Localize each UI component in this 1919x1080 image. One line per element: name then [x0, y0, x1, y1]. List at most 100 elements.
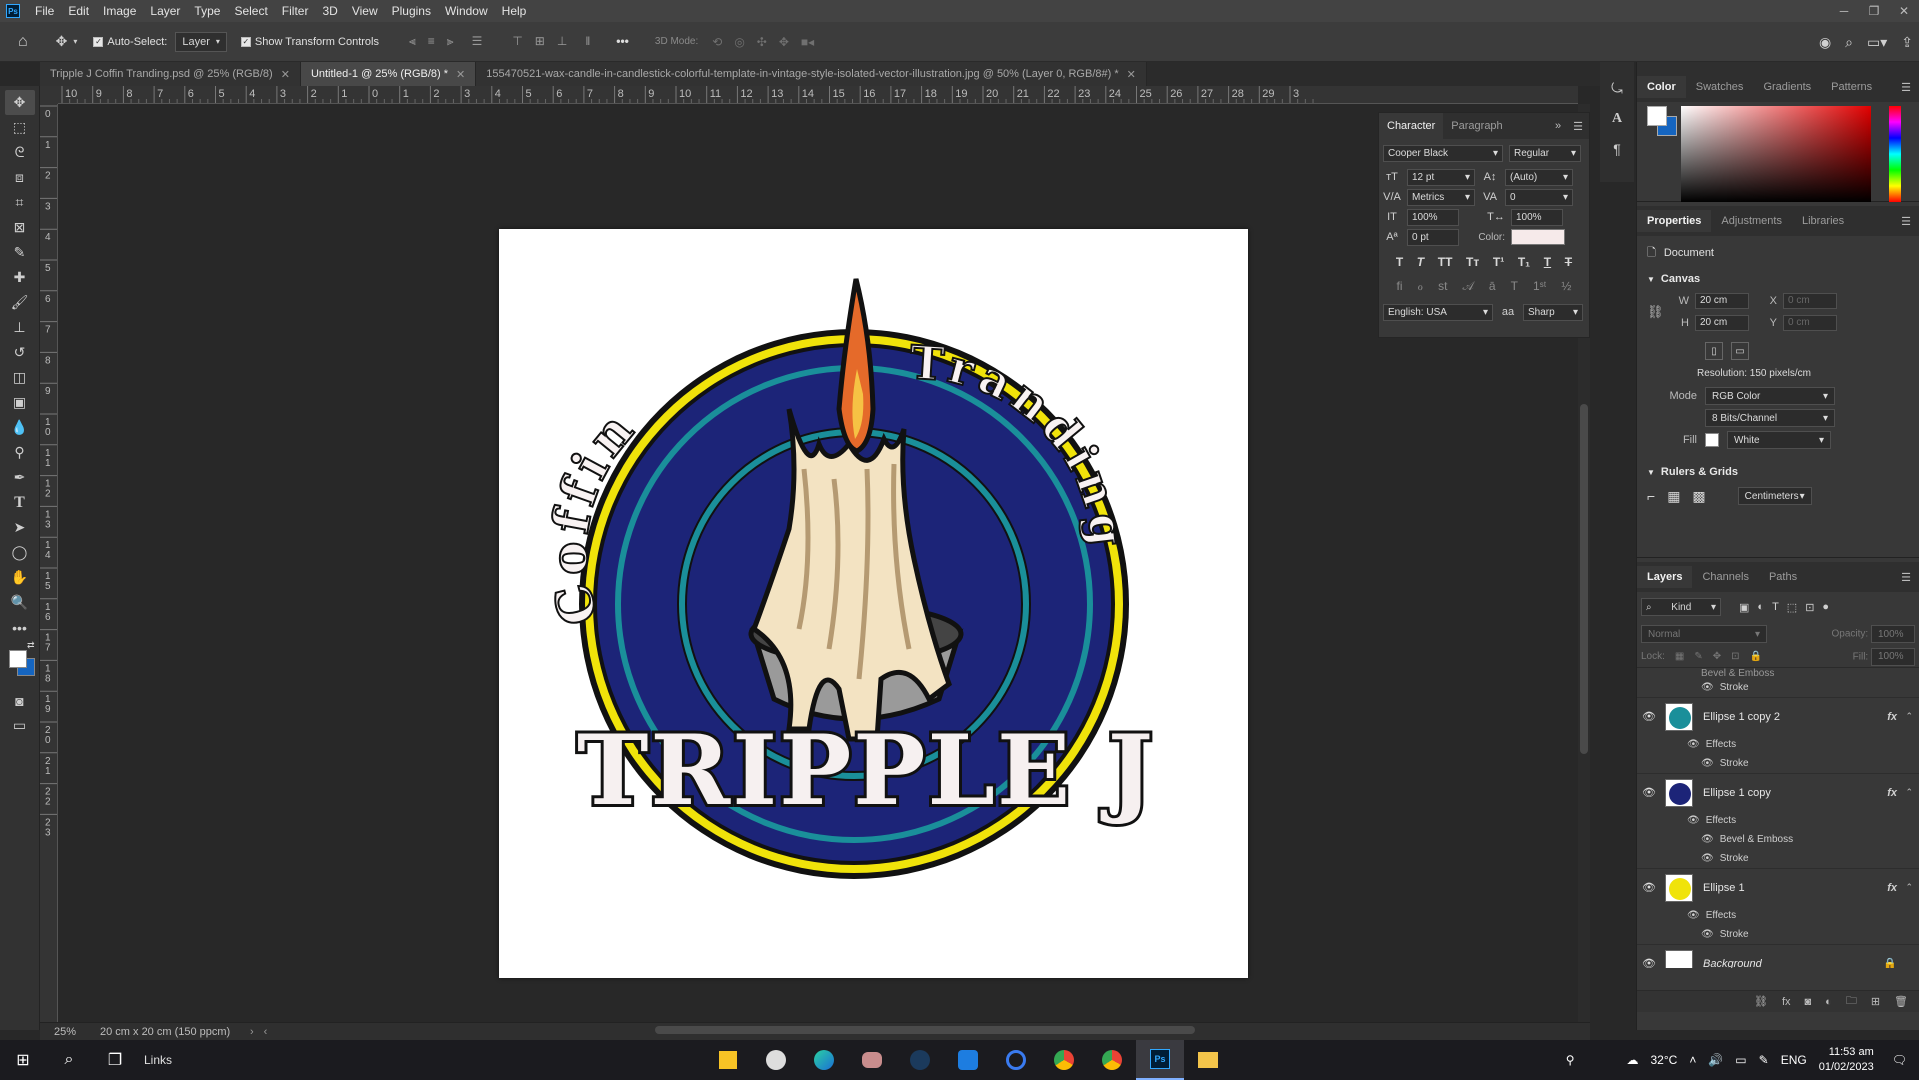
kerning-field[interactable]: Metrics ▾ [1407, 188, 1475, 206]
tab-character[interactable]: Character [1379, 113, 1444, 139]
workspace-icon[interactable]: ▭▾ [1867, 34, 1887, 51]
text-color-swatch[interactable] [1511, 229, 1565, 245]
links-toolbar[interactable]: Links [144, 1053, 704, 1067]
menu-file[interactable]: File [28, 0, 61, 22]
link-layers-icon[interactable]: ⛓ [1754, 995, 1768, 1008]
tab-libraries[interactable]: Libraries [1792, 210, 1854, 232]
menu-plugins[interactable]: Plugins [385, 0, 438, 22]
type-filter-icon[interactable]: T [1772, 601, 1779, 613]
anti-alias-dropdown[interactable]: Sharp ▾ [1523, 303, 1583, 321]
chevron-up-icon[interactable]: ˄ [1689, 1053, 1696, 1067]
close-icon[interactable]: ✕ [1127, 68, 1136, 81]
layer-effects-group[interactable]: 👁 Effects [1637, 735, 1919, 754]
width-field[interactable]: 20 cm [1695, 293, 1749, 309]
move-tool-icon[interactable]: ✥ [56, 33, 68, 50]
eye-icon[interactable]: 👁 [1701, 682, 1714, 693]
rulers-grids-section[interactable]: ▼ Rulers & Grids [1647, 461, 1909, 483]
3d-pan-icon[interactable]: ✣ [757, 35, 767, 49]
tab-swatches[interactable]: Swatches [1686, 76, 1754, 98]
task-view-icon[interactable]: ❐ [92, 1040, 138, 1080]
fraction-icon[interactable]: ½ [1561, 279, 1571, 294]
zoom-tool-icon[interactable]: 🔍 [5, 590, 35, 615]
canvas-section[interactable]: ▼ Canvas [1647, 268, 1909, 290]
eye-icon[interactable]: 👁 [1637, 786, 1661, 799]
sticky-notes-icon[interactable] [704, 1040, 752, 1080]
layer-name[interactable]: Ellipse 1 copy [1703, 787, 1771, 799]
panel-menu-icon[interactable]: ☰ [1567, 120, 1589, 133]
bit-depth-dropdown[interactable]: 8 Bits/Channel ▾ [1705, 409, 1835, 427]
layer-name[interactable]: Ellipse 1 copy 2 [1703, 711, 1780, 723]
guides-toggle-icon[interactable]: ▩ [1692, 488, 1705, 505]
close-icon[interactable]: ✕ [456, 68, 465, 81]
stylistic-alt-icon[interactable]: ā [1489, 279, 1496, 294]
history-brush-tool-icon[interactable]: ↺ [5, 340, 35, 365]
edge-browser-icon[interactable] [800, 1040, 848, 1080]
tab-untitled-1[interactable]: Untitled-1 @ 25% (RGB/8) * ✕ [300, 62, 477, 86]
add-mask-icon[interactable]: ◙ [1805, 996, 1812, 1008]
fx-icon[interactable]: fx [1887, 882, 1897, 894]
share-icon[interactable]: ⇪ [1901, 34, 1913, 51]
game-app-icon[interactable] [848, 1040, 896, 1080]
landscape-icon[interactable]: ▭ [1731, 342, 1749, 360]
tab-tripple-j-psd[interactable]: Tripple J Coffin Tranding.psd @ 25% (RGB… [40, 62, 301, 86]
horizontal-scrollbar[interactable] [280, 1024, 1570, 1036]
new-adjustment-icon[interactable]: ◐ [1825, 996, 1832, 1008]
speaker-icon[interactable]: 🔊 [1708, 1053, 1723, 1067]
path-select-tool-icon[interactable]: ➤ [5, 515, 35, 540]
eye-icon[interactable]: 👁 [1637, 710, 1661, 723]
color-swatches[interactable]: ⇄ [5, 640, 35, 682]
subscript-icon[interactable]: T₁ [1518, 255, 1530, 269]
fill-field[interactable]: 100% [1871, 647, 1915, 666]
layer-effect-bevel[interactable]: 👁 Bevel & Emboss [1637, 830, 1919, 849]
tab-candle-jpg[interactable]: 155470521-wax-candle-in-candlestick-colo… [476, 62, 1147, 86]
ordinal-icon[interactable]: 1ˢᵗ [1533, 279, 1546, 294]
crop-tool-icon[interactable]: ⌗ [5, 190, 35, 215]
lock-artboard-icon[interactable]: ⊡ [1731, 651, 1739, 662]
scroll-left-icon[interactable]: ‹ [264, 1026, 268, 1038]
blur-tool-icon[interactable]: 💧 [5, 415, 35, 440]
tab-layers[interactable]: Layers [1637, 566, 1693, 588]
titling-alt-icon[interactable]: T [1511, 279, 1518, 294]
zoom-level[interactable]: 25% [40, 1026, 100, 1038]
font-family-dropdown[interactable]: Cooper Black ▾ [1383, 144, 1503, 162]
object-select-tool-icon[interactable]: ⧈ [5, 165, 35, 190]
menu-view[interactable]: View [345, 0, 385, 22]
tracking-field[interactable]: 0 ▾ [1505, 188, 1573, 206]
menu-select[interactable]: Select [227, 0, 274, 22]
layer-row[interactable]: 👁 Ellipse 1 copy fx ⌃ [1637, 773, 1919, 811]
3d-orbit-icon[interactable]: ⟲ [712, 35, 722, 49]
align-left-icon[interactable]: ⫷ [409, 34, 416, 49]
restore-icon[interactable]: ❐ [1859, 0, 1889, 22]
windows-start-icon[interactable]: ⊞ [0, 1040, 46, 1080]
filter-toggle-icon[interactable]: ● [1822, 601, 1829, 613]
3d-slide-icon[interactable]: ✥ [779, 35, 789, 49]
temperature[interactable]: 32°C [1651, 1053, 1678, 1067]
y-field[interactable]: 0 cm [1783, 315, 1837, 331]
show-transform-checkbox[interactable]: ✓ Show Transform Controls [240, 36, 379, 48]
chevron-up-icon[interactable]: ⌃ [1905, 711, 1913, 722]
shape-filter-icon[interactable]: ⬚ [1787, 601, 1797, 614]
eye-icon[interactable]: 👁 [1637, 957, 1661, 968]
fx-icon[interactable]: fx [1887, 711, 1897, 723]
color-saturation-field[interactable] [1681, 106, 1871, 202]
sync-app-icon[interactable] [992, 1040, 1040, 1080]
search-icon[interactable]: ⌕ [1845, 34, 1853, 51]
language-dropdown[interactable]: English: USA ▾ [1383, 303, 1493, 321]
tab-adjustments[interactable]: Adjustments [1711, 210, 1792, 232]
eye-icon[interactable]: 👁 [1701, 929, 1714, 940]
leading-field[interactable]: (Auto) ▾ [1505, 168, 1573, 186]
menu-type[interactable]: Type [187, 0, 227, 22]
tab-paths[interactable]: Paths [1759, 566, 1807, 588]
panel-menu-icon[interactable]: ☰ [1893, 571, 1919, 584]
horizontal-scale-field[interactable]: 100% [1511, 208, 1563, 226]
new-group-icon[interactable]: 🗀 [1846, 992, 1857, 1011]
delete-layer-icon[interactable]: 🗑 [1894, 995, 1908, 1008]
adjustment-filter-icon[interactable]: ◐ [1757, 601, 1764, 613]
fill-dropdown[interactable]: White ▾ [1727, 431, 1831, 449]
eye-icon[interactable]: 👁 [1687, 815, 1700, 826]
app-icon-blue[interactable] [944, 1040, 992, 1080]
align-top-icon[interactable]: ⊤ [512, 34, 522, 49]
pixel-filter-icon[interactable]: ▣ [1739, 601, 1749, 614]
menu-help[interactable]: Help [495, 0, 534, 22]
menu-window[interactable]: Window [438, 0, 495, 22]
